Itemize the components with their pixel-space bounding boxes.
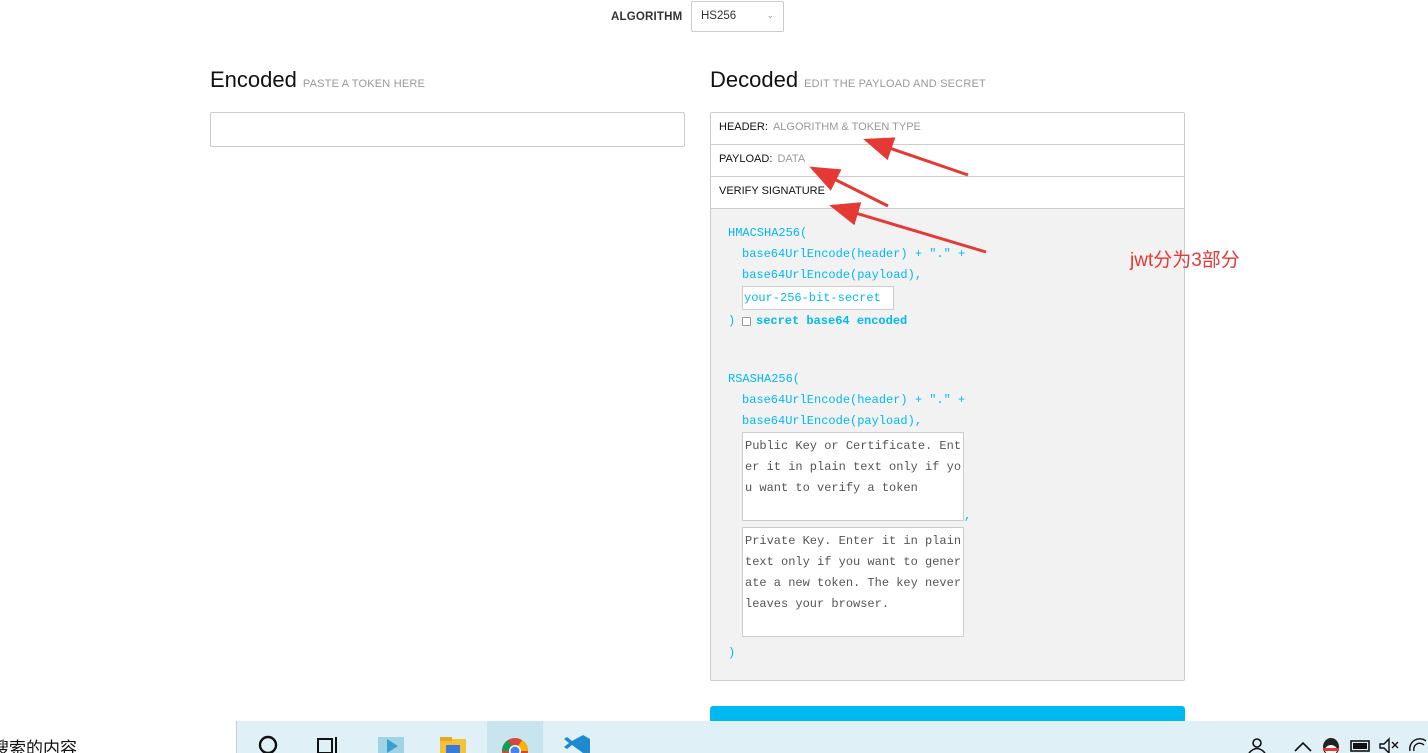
- vscode-icon[interactable]: [564, 729, 590, 753]
- chevron-down-icon: ⌄: [766, 10, 774, 20]
- rsa-line-payload: base64UrlEncode(payload),: [742, 414, 923, 428]
- header-label: HEADER:: [719, 121, 768, 133]
- hmac-line-header: base64UrlEncode(header) + "." +: [742, 247, 966, 261]
- base64-label: secret base64 encoded: [756, 314, 908, 328]
- hmac-line-payload: base64UrlEncode(payload),: [742, 268, 923, 282]
- encoded-heading: Encoded PASTE A TOKEN HERE: [210, 67, 425, 93]
- payload-label: PAYLOAD:: [719, 153, 773, 165]
- algorithm-selected-value: HS256: [701, 10, 737, 22]
- decoded-subtitle: EDIT THE PAYLOAD AND SECRET: [804, 78, 986, 90]
- public-key-input[interactable]: Public Key or Certificate. Ent er it in …: [742, 432, 964, 521]
- task-view-icon[interactable]: [315, 729, 341, 753]
- hmac-close-paren: ): [728, 314, 736, 328]
- volume-muted-icon[interactable]: [1376, 729, 1402, 753]
- chrome-icon[interactable]: [502, 729, 528, 753]
- rsa-close-paren: ): [728, 646, 736, 660]
- payload-section[interactable]: PAYLOAD: DATA: [711, 145, 1184, 177]
- taskbar: 搜索的内容: [0, 721, 1428, 753]
- taskbar-search-box[interactable]: 搜索的内容: [0, 721, 237, 753]
- private-key-input[interactable]: Private Key. Enter it in plain text only…: [742, 527, 964, 637]
- qq-icon[interactable]: [1318, 729, 1344, 753]
- decoded-heading: Decoded EDIT THE PAYLOAD AND SECRET: [710, 67, 986, 93]
- payload-desc: DATA: [777, 153, 806, 165]
- rsa-function: RSASHA256(: [728, 372, 801, 386]
- media-player-icon[interactable]: [378, 729, 404, 753]
- header-section[interactable]: HEADER: ALGORITHM & TOKEN TYPE: [711, 113, 1184, 145]
- rsa-line-header: base64UrlEncode(header) + "." +: [742, 393, 966, 407]
- hmac-function: HMACSHA256(: [728, 226, 808, 240]
- verify-signature-label: VERIFY SIGNATURE: [719, 185, 825, 197]
- people-icon[interactable]: [1245, 729, 1271, 753]
- secret-input[interactable]: your-256-bit-secret: [742, 286, 894, 310]
- battery-icon[interactable]: [1348, 729, 1374, 753]
- taskbar-search-text: 搜索的内容: [0, 739, 77, 753]
- encoded-subtitle: PASTE A TOKEN HERE: [302, 78, 426, 90]
- verify-signature-section[interactable]: VERIFY SIGNATURE: [711, 177, 1184, 209]
- algorithm-label: ALGORITHM: [611, 11, 683, 23]
- rsa-comma: ,: [964, 509, 972, 523]
- search-icon[interactable]: [255, 729, 281, 753]
- annotation-text: jwt分为3部分: [1130, 250, 1240, 271]
- header-desc: ALGORITHM & TOKEN TYPE: [772, 121, 921, 133]
- encoded-title: Encoded: [210, 67, 297, 92]
- encoded-token-input[interactable]: [210, 112, 685, 147]
- algorithm-bar: ALGORITHM HS256 ⌄: [0, 0, 1428, 34]
- chevron-up-icon[interactable]: [1290, 729, 1316, 753]
- wifi-icon[interactable]: [1408, 729, 1428, 753]
- decoded-title: Decoded: [710, 67, 799, 92]
- base64-checkbox[interactable]: [742, 317, 751, 326]
- algorithm-select[interactable]: HS256 ⌄: [691, 1, 784, 32]
- file-explorer-icon[interactable]: [440, 729, 466, 753]
